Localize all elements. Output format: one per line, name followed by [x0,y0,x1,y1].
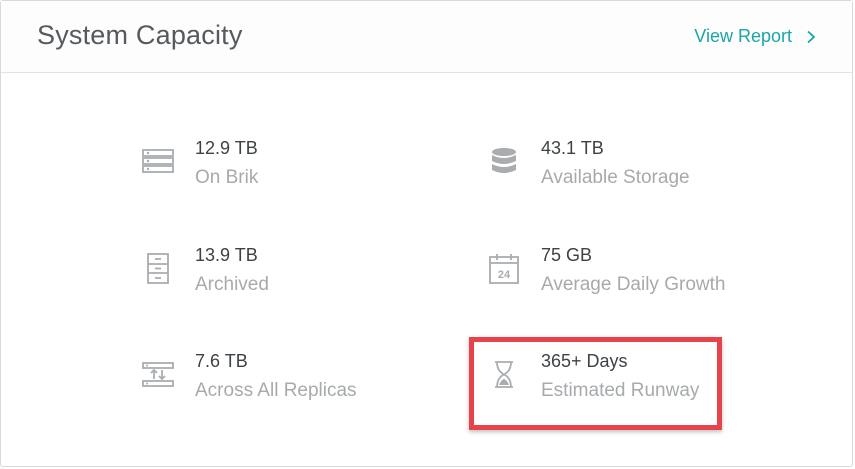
chevron-right-icon [807,30,816,43]
stat-label: Archived [195,274,269,295]
stat-label: Available Storage [541,167,690,188]
stat-value: 75 GB [541,245,593,265]
database-icon [492,148,516,173]
stat-value: 43.1 TB [541,138,604,158]
stat-label: On Brik [195,167,259,188]
card-title: System Capacity [37,20,243,50]
calendar-24-icon: 24 [489,254,519,284]
file-cabinet-icon [147,253,169,284]
stat-value: 7.6 TB [195,351,248,371]
view-report-link[interactable]: View Report [694,26,818,47]
stat-value: 13.9 TB [195,245,258,265]
stat-label: Average Daily Growth [541,274,726,295]
svg-text:24: 24 [498,269,511,281]
card-header: System Capacity View Report [1,1,852,73]
system-capacity-card: System Capacity View Report 12.9 TB On B… [0,0,853,467]
server-rack-icon [142,149,174,173]
stat-value: 12.9 TB [195,138,258,158]
highlight-box [469,337,722,430]
replication-icon [142,362,174,387]
stat-label: Across All Replicas [195,380,357,401]
view-report-label: View Report [694,26,792,46]
